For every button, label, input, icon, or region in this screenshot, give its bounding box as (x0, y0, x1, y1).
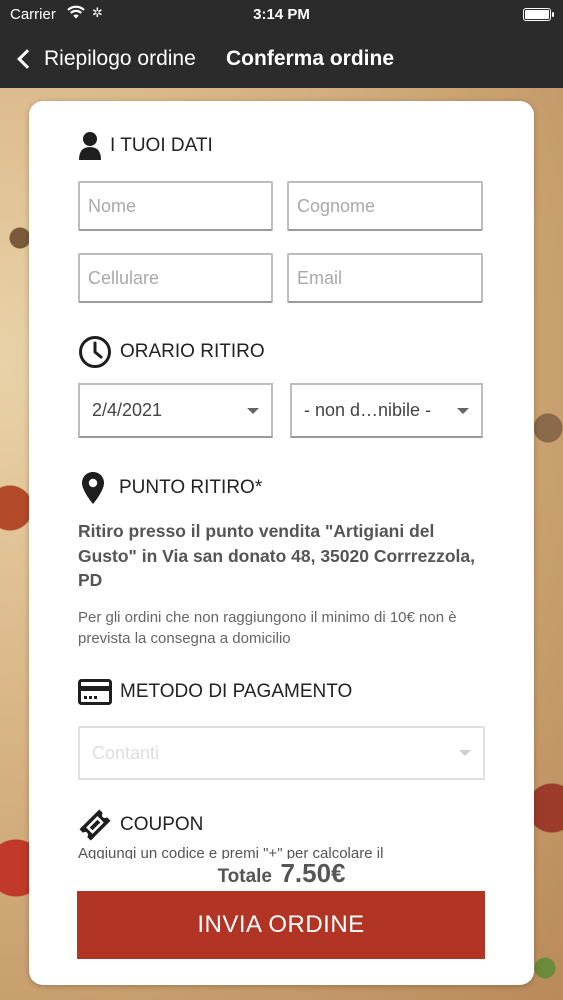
total-label: Totale (217, 866, 272, 887)
section-personal-title: I TUOI DATI (110, 135, 213, 156)
section-payment-title: METODO DI PAGAMENTO (120, 681, 353, 702)
coupon-hint: Aggiungi un codice e premi "+" per calco… (78, 845, 384, 859)
section-pickup-time: ORARIO RITIRO (78, 335, 265, 369)
first-name-field[interactable] (78, 181, 273, 231)
phone-input[interactable] (88, 267, 263, 289)
dropdown-caret-icon (459, 750, 471, 756)
dropdown-caret-icon (247, 407, 259, 414)
navigation-bar: Riepilogo ordine Conferma ordine (0, 30, 563, 88)
last-name-input[interactable] (297, 195, 473, 217)
back-button[interactable]: Riepilogo ordine (14, 42, 196, 76)
order-form-card: I TUOI DATI ORARIO RITIRO 2/4/2021 - non… (29, 101, 534, 985)
email-input[interactable] (297, 267, 473, 289)
page-title: Conferma ordine (226, 47, 395, 70)
payment-method-select[interactable]: Contanti (78, 726, 485, 780)
order-total: Totale 7.50€ (29, 858, 534, 889)
section-personal-data: I TUOI DATI (78, 131, 213, 161)
section-payment: METODO DI PAGAMENTO (78, 679, 352, 705)
first-name-input[interactable] (88, 195, 263, 217)
pickup-address: Ritiro presso il punto vendita "Artigian… (78, 521, 475, 590)
user-icon (78, 131, 102, 161)
total-amount: 7.50€ (280, 858, 346, 888)
pickup-note: Per gli ordini che non raggiungono il mi… (78, 609, 457, 647)
pickup-date-value: 2/4/2021 (92, 400, 163, 420)
last-name-field[interactable] (287, 181, 483, 231)
pickup-date-select[interactable]: 2/4/2021 (78, 383, 273, 438)
status-time: 3:14 PM (253, 6, 310, 23)
section-coupon: COUPON (78, 809, 203, 841)
back-label: Riepilogo ordine (44, 47, 196, 70)
email-field[interactable] (287, 253, 483, 303)
back-chevron-icon (17, 49, 37, 69)
location-pin-icon (81, 471, 105, 505)
pickup-time-select[interactable]: - non d…nibile - (290, 383, 483, 438)
battery-icon (523, 8, 554, 21)
pickup-time-value: - non d…nibile - (304, 400, 432, 420)
section-pickup-time-title: ORARIO RITIRO (120, 341, 265, 362)
submit-order-button[interactable]: INVIA ORDINE (77, 891, 485, 959)
dropdown-caret-icon (457, 407, 469, 414)
section-pickup-point-title: PUNTO RITIRO* (119, 477, 263, 498)
clock-icon (78, 335, 112, 369)
credit-card-icon (78, 679, 112, 705)
phone-field[interactable] (78, 253, 273, 303)
status-bar: Carrier ✲ 3:14 PM (0, 0, 563, 30)
section-coupon-title: COUPON (120, 814, 204, 835)
payment-method-value: Contanti (92, 742, 160, 763)
section-pickup-point: PUNTO RITIRO* (81, 471, 262, 505)
ticket-icon (78, 809, 112, 841)
